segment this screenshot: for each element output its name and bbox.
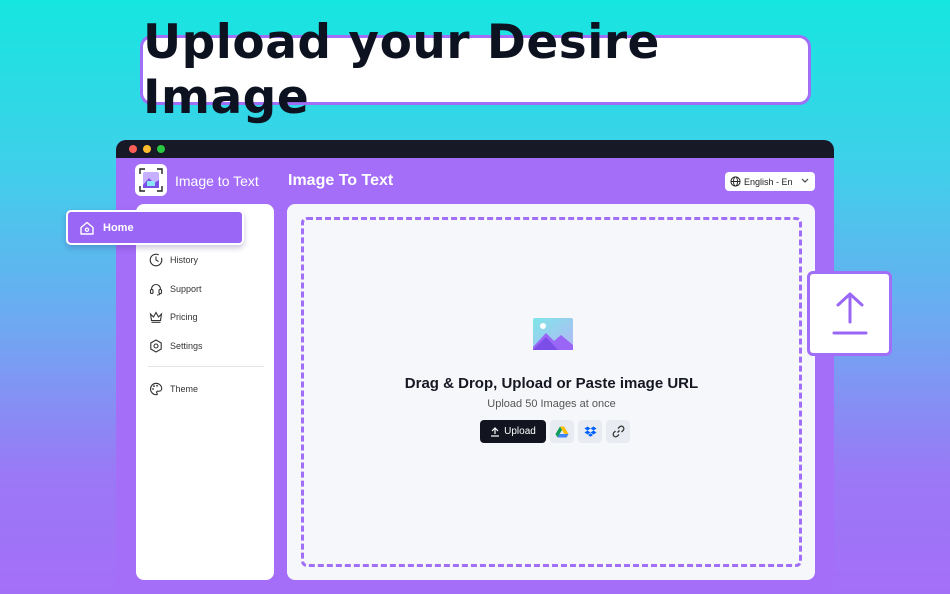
upload-arrow-icon	[491, 426, 500, 437]
sidebar-item-label: Theme	[170, 384, 199, 394]
history-icon	[149, 253, 163, 267]
upload-button[interactable]: Upload	[480, 420, 546, 443]
minimize-window-dot[interactable]	[143, 145, 151, 153]
sidebar-item-label: History	[170, 255, 199, 265]
google-drive-button[interactable]	[550, 420, 574, 443]
headset-icon	[149, 283, 163, 296]
palette-icon	[150, 382, 163, 396]
language-label: English - En	[744, 176, 793, 187]
sidebar-item-label: Home	[103, 221, 134, 234]
sidebar-item-settings[interactable]: Settings	[149, 339, 203, 353]
headline-banner: Upload your Desire Image	[140, 15, 811, 125]
sidebar-item-label: Pricing	[170, 312, 198, 322]
app-window: Image to Text Image To Text English - En…	[116, 140, 834, 594]
image-to-text-logo-icon	[139, 168, 163, 192]
image-placeholder-icon	[533, 318, 573, 350]
sidebar-item-label: Settings	[170, 341, 203, 351]
link-icon	[612, 425, 624, 438]
home-icon	[80, 221, 94, 235]
sidebar-item-support[interactable]: Support	[149, 282, 202, 296]
dropzone-subtitle: Upload 50 Images at once	[487, 398, 616, 410]
upload-dropzone[interactable]: Drag & Drop, Upload or Paste image URL U…	[301, 217, 802, 567]
upload-badge	[807, 271, 892, 356]
upload-button-label: Upload	[504, 426, 536, 437]
sidebar-divider	[148, 366, 264, 367]
app-logo[interactable]	[135, 164, 167, 196]
crown-icon	[149, 311, 163, 323]
upload-source-row: Upload	[480, 420, 630, 443]
app-header: Image to Text Image To Text English - En	[116, 158, 834, 204]
dropbox-icon	[584, 426, 596, 437]
close-window-dot[interactable]	[129, 145, 137, 153]
app-name: Image to Text	[175, 173, 259, 189]
settings-icon	[150, 339, 162, 353]
globe-icon	[730, 176, 741, 187]
sidebar-item-home[interactable]: Home	[66, 210, 244, 245]
paste-url-button[interactable]	[606, 420, 630, 443]
page-title: Image To Text	[288, 172, 394, 189]
main-panel: Drag & Drop, Upload or Paste image URL U…	[287, 204, 815, 580]
dropzone-title: Drag & Drop, Upload or Paste image URL	[404, 375, 699, 392]
language-select[interactable]: English - En	[725, 172, 815, 191]
google-drive-icon	[555, 426, 569, 437]
window-titlebar	[116, 140, 834, 158]
sidebar-item-pricing[interactable]: Pricing	[149, 310, 198, 324]
sidebar-item-history[interactable]: History	[149, 253, 198, 267]
sidebar: History Support Pricing Settings Theme	[136, 204, 274, 580]
upload-icon	[832, 292, 867, 334]
maximize-window-dot[interactable]	[157, 145, 165, 153]
chevron-down-icon	[801, 178, 809, 183]
sidebar-item-theme[interactable]: Theme	[149, 382, 198, 396]
sidebar-item-label: Support	[170, 284, 202, 294]
dropbox-button[interactable]	[578, 420, 602, 443]
